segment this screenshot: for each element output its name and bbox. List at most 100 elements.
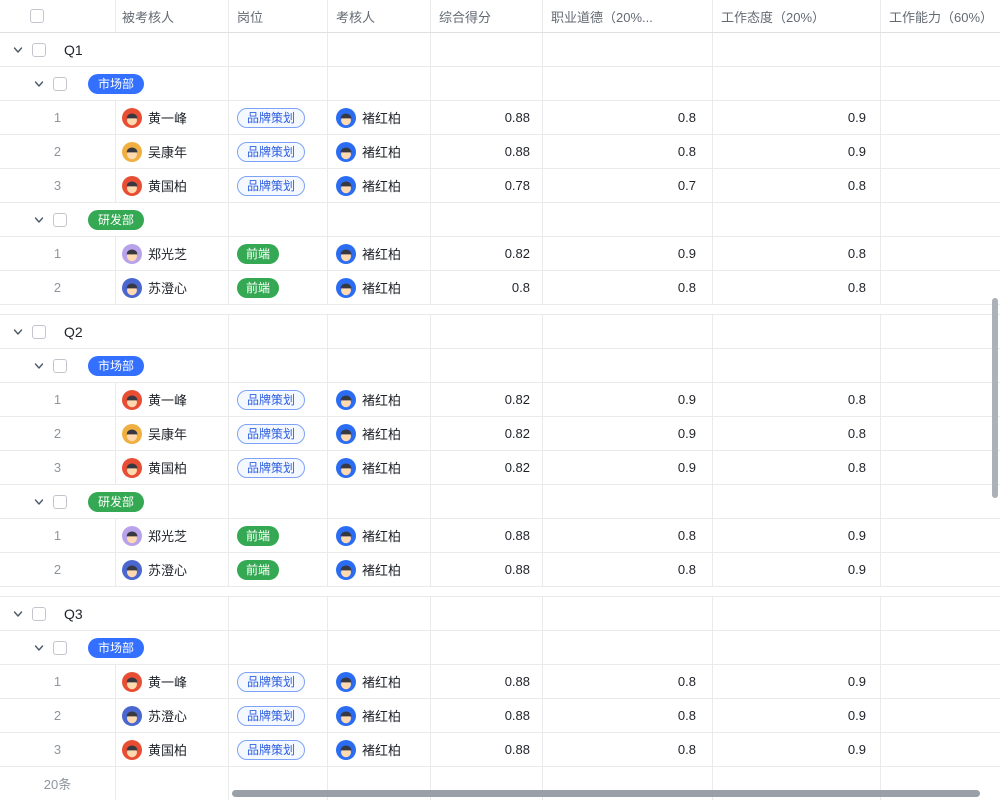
group-checkbox[interactable] [53, 213, 67, 227]
position-cell: 前端 [228, 519, 327, 552]
assessee-cell: 黄国柏 [115, 733, 228, 766]
avatar [336, 142, 356, 162]
chevron-down-icon[interactable] [33, 214, 45, 226]
table-row[interactable]: 2苏澄心品牌策划褚红柏0.880.80.9 [0, 699, 1000, 733]
quarter-group-cell: Q3 [0, 597, 228, 630]
quarter-group-row[interactable]: Q2 [0, 315, 1000, 349]
select-all-checkbox[interactable] [30, 9, 44, 23]
header-position[interactable]: 岗位 [228, 0, 327, 32]
table-row[interactable]: 2苏澄心前端褚红柏0.80.80.8 [0, 271, 1000, 305]
header-ability[interactable]: 工作能力（60%） [880, 0, 1000, 32]
table-row[interactable]: 3黄国柏品牌策划褚红柏0.820.90.8 [0, 451, 1000, 485]
table-row[interactable]: 1郑光芝前端褚红柏0.820.90.8 [0, 237, 1000, 271]
ethics-score-cell: 0.7 [542, 169, 712, 202]
department-badge: 市场部 [88, 638, 144, 658]
attitude-score-cell: 0.8 [712, 417, 880, 450]
attitude-score-cell: 0.8 [712, 271, 880, 304]
department-group-row[interactable]: 市场部 [0, 67, 1000, 101]
ability-score-cell [880, 699, 1000, 732]
position-cell: 前端 [228, 237, 327, 270]
header-assessor[interactable]: 考核人 [327, 0, 430, 32]
vertical-scrollbar[interactable] [992, 298, 998, 498]
avatar [122, 424, 142, 444]
quarter-group-row[interactable]: Q1 [0, 33, 1000, 67]
group-checkbox[interactable] [53, 359, 67, 373]
header-score[interactable]: 综合得分 [430, 0, 542, 32]
position-tag: 品牌策划 [237, 108, 305, 128]
row-index: 3 [0, 451, 115, 484]
department-group-row[interactable]: 研发部 [0, 485, 1000, 519]
row-index: 1 [0, 237, 115, 270]
table-row[interactable]: 2吴康年品牌策划褚红柏0.820.90.8 [0, 417, 1000, 451]
header-assessee[interactable]: 被考核人 [115, 0, 228, 32]
avatar [122, 560, 142, 580]
header-ethics[interactable]: 职业道德（20%... [542, 0, 712, 32]
ethics-score-cell: 0.8 [542, 271, 712, 304]
table-row[interactable]: 1黄一峰品牌策划褚红柏0.880.80.9 [0, 101, 1000, 135]
ethics-score-cell: 0.9 [542, 237, 712, 270]
empty-cell [712, 349, 880, 382]
ability-score-cell [880, 451, 1000, 484]
department-group-row[interactable]: 市场部 [0, 349, 1000, 383]
department-badge: 研发部 [88, 492, 144, 512]
group-checkbox[interactable] [32, 607, 46, 621]
empty-cell [430, 349, 542, 382]
avatar [122, 458, 142, 478]
empty-cell [880, 315, 1000, 348]
overall-score-cell: 0.82 [430, 417, 542, 450]
empty-cell [712, 33, 880, 66]
group-checkbox[interactable] [32, 43, 46, 57]
assessor-cell: 褚红柏 [327, 101, 430, 134]
table-row[interactable]: 1黄一峰品牌策划褚红柏0.820.90.8 [0, 383, 1000, 417]
header-attitude[interactable]: 工作态度（20%） [712, 0, 880, 32]
group-checkbox[interactable] [53, 641, 67, 655]
header-score-label: 综合得分 [439, 7, 491, 26]
record-count: 20条 [0, 767, 115, 800]
table-row[interactable]: 3黄国柏品牌策划褚红柏0.780.70.8 [0, 169, 1000, 203]
group-checkbox[interactable] [32, 325, 46, 339]
empty-cell [880, 485, 1000, 518]
assessor-name: 褚红柏 [362, 278, 401, 297]
chevron-down-icon[interactable] [12, 44, 24, 56]
table-row[interactable]: 3黄国柏品牌策划褚红柏0.880.80.9 [0, 733, 1000, 767]
assessor-name: 褚红柏 [362, 560, 401, 579]
row-index: 2 [0, 417, 115, 450]
chevron-down-icon[interactable] [33, 360, 45, 372]
chevron-down-icon[interactable] [33, 642, 45, 654]
group-checkbox[interactable] [53, 495, 67, 509]
empty-cell [327, 315, 430, 348]
department-group-row[interactable]: 研发部 [0, 203, 1000, 237]
overall-score-cell: 0.88 [430, 519, 542, 552]
row-index: 1 [0, 383, 115, 416]
chevron-down-icon[interactable] [33, 78, 45, 90]
empty-cell [542, 33, 712, 66]
chevron-down-icon[interactable] [33, 496, 45, 508]
assessee-name: 苏澄心 [148, 560, 187, 579]
avatar [122, 740, 142, 760]
table-row[interactable]: 1郑光芝前端褚红柏0.880.80.9 [0, 519, 1000, 553]
group-checkbox[interactable] [53, 77, 67, 91]
assessee-cell: 吴康年 [115, 417, 228, 450]
quarter-group-row[interactable]: Q3 [0, 597, 1000, 631]
empty-cell [430, 67, 542, 100]
position-tag: 前端 [237, 560, 279, 580]
avatar [336, 526, 356, 546]
horizontal-scrollbar[interactable] [232, 790, 980, 797]
empty-cell [327, 33, 430, 66]
assessor-cell: 褚红柏 [327, 665, 430, 698]
department-group-row[interactable]: 市场部 [0, 631, 1000, 665]
table-row[interactable]: 1黄一峰品牌策划褚红柏0.880.80.9 [0, 665, 1000, 699]
avatar [122, 278, 142, 298]
position-tag: 前端 [237, 526, 279, 546]
chevron-down-icon[interactable] [12, 608, 24, 620]
assessee-cell: 黄一峰 [115, 665, 228, 698]
table-row[interactable]: 2苏澄心前端褚红柏0.880.80.9 [0, 553, 1000, 587]
table-row[interactable]: 2吴康年品牌策划褚红柏0.880.80.9 [0, 135, 1000, 169]
assessee-cell: 黄国柏 [115, 169, 228, 202]
empty-cell [712, 631, 880, 664]
position-tag: 品牌策划 [237, 142, 305, 162]
avatar [122, 526, 142, 546]
chevron-down-icon[interactable] [12, 326, 24, 338]
empty-cell [430, 33, 542, 66]
avatar [122, 390, 142, 410]
